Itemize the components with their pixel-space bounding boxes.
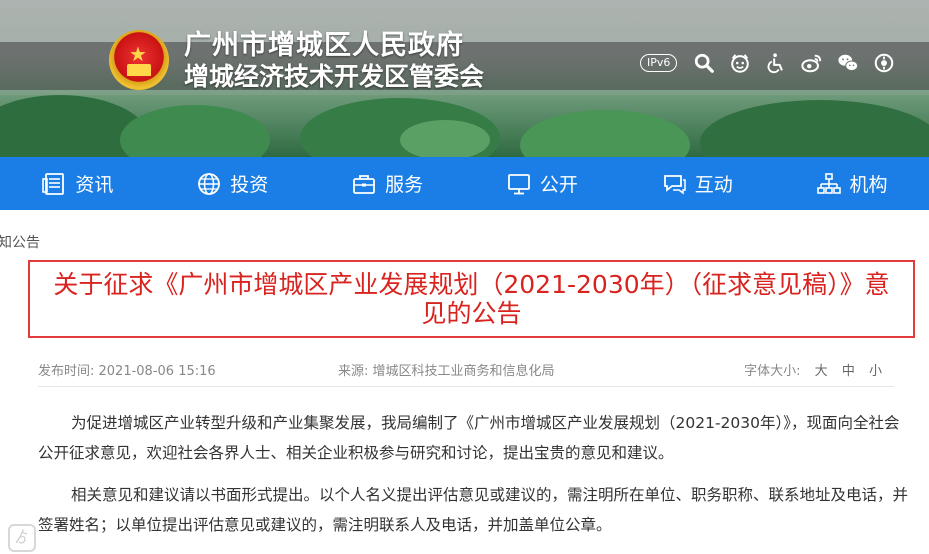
banner-leaf: [520, 110, 690, 157]
nav-label: 互动: [694, 174, 733, 196]
main-nav: 资讯 投资 服务 公开 互动 机构: [0, 157, 929, 210]
monitor-icon: [506, 171, 532, 197]
nav-item-interact[interactable]: 互动: [619, 157, 774, 210]
site-subtitle: 增城经济技术开发区管委会: [184, 62, 485, 91]
settings-icon[interactable]: [871, 50, 897, 76]
weibo-icon[interactable]: [799, 50, 825, 76]
article-content: 为促进增城区产业转型升级和产业集聚发展，我局编制了《广州市增城区产业发展规划（2…: [38, 408, 908, 552]
news-icon: [41, 171, 67, 197]
nav-item-news[interactable]: 资讯: [0, 157, 155, 210]
search-icon[interactable]: [691, 50, 717, 76]
site-title[interactable]: 广州市增城区人民政府: [184, 30, 464, 62]
nav-label: 投资: [230, 174, 269, 196]
article-paragraph: 为促进增城区产业转型升级和产业集聚发展，我局编制了《广州市增城区产业发展规划（2…: [38, 414, 900, 462]
watermark-logo-icon: ゟ: [8, 524, 36, 552]
ipv6-badge: IPv6: [640, 54, 678, 72]
wechat-icon[interactable]: [835, 50, 861, 76]
nav-item-service[interactable]: 服务: [310, 157, 465, 210]
nav-item-organization[interactable]: 机构: [774, 157, 929, 210]
nav-label: 资讯: [75, 174, 114, 196]
briefcase-icon: [351, 171, 377, 197]
font-size-controls: 字体大小: 大 中 小: [638, 360, 894, 379]
header-tools: IPv6: [640, 50, 907, 76]
meta-divider: [38, 386, 894, 387]
publish-time: 发布时间: 2021-08-06 15:16: [38, 364, 216, 379]
header-banner: ★ 广州市增城区人民政府 增城经济技术开发区管委会 IPv6: [0, 0, 929, 157]
accessibility-icon[interactable]: [763, 50, 789, 76]
article-paragraph: 相关意见和建议请以书面形式提出。以个人名义提出评估意见或建议的，需注明所在单位、…: [38, 486, 909, 534]
breadcrumb[interactable]: 知公告: [0, 232, 40, 252]
article-title: 关于征求《广州市增城区产业发展规划（2021-2030年）（征求意见稿）》意见的…: [53, 270, 890, 328]
nav-item-invest[interactable]: 投资: [155, 157, 310, 210]
nav-label: 服务: [385, 174, 424, 196]
elderly-mode-icon[interactable]: [727, 50, 753, 76]
national-emblem-icon: ★: [109, 30, 169, 90]
nav-item-public[interactable]: 公开: [464, 157, 619, 210]
font-size-medium-button[interactable]: 中: [842, 364, 855, 379]
banner-leaf: [120, 105, 270, 157]
font-size-small-button[interactable]: 小: [869, 364, 882, 379]
nav-label: 公开: [539, 174, 578, 196]
font-size-large-button[interactable]: 大: [815, 364, 828, 379]
globe-icon: [196, 171, 222, 197]
article-source: 来源: 增城区科技工业商务和信息化局: [338, 364, 555, 379]
org-chart-icon: [816, 171, 842, 197]
banner-leaf: [400, 120, 490, 157]
nav-label: 机构: [849, 174, 888, 196]
article-title-box: 关于征求《广州市增城区产业发展规划（2021-2030年）（征求意见稿）》意见的…: [28, 260, 915, 338]
chat-icon: [661, 171, 687, 197]
banner-leaf: [700, 100, 929, 157]
article-meta: 发布时间: 2021-08-06 15:16 来源: 增城区科技工业商务和信息化…: [38, 360, 894, 379]
font-size-label: 字体大小:: [744, 364, 801, 379]
